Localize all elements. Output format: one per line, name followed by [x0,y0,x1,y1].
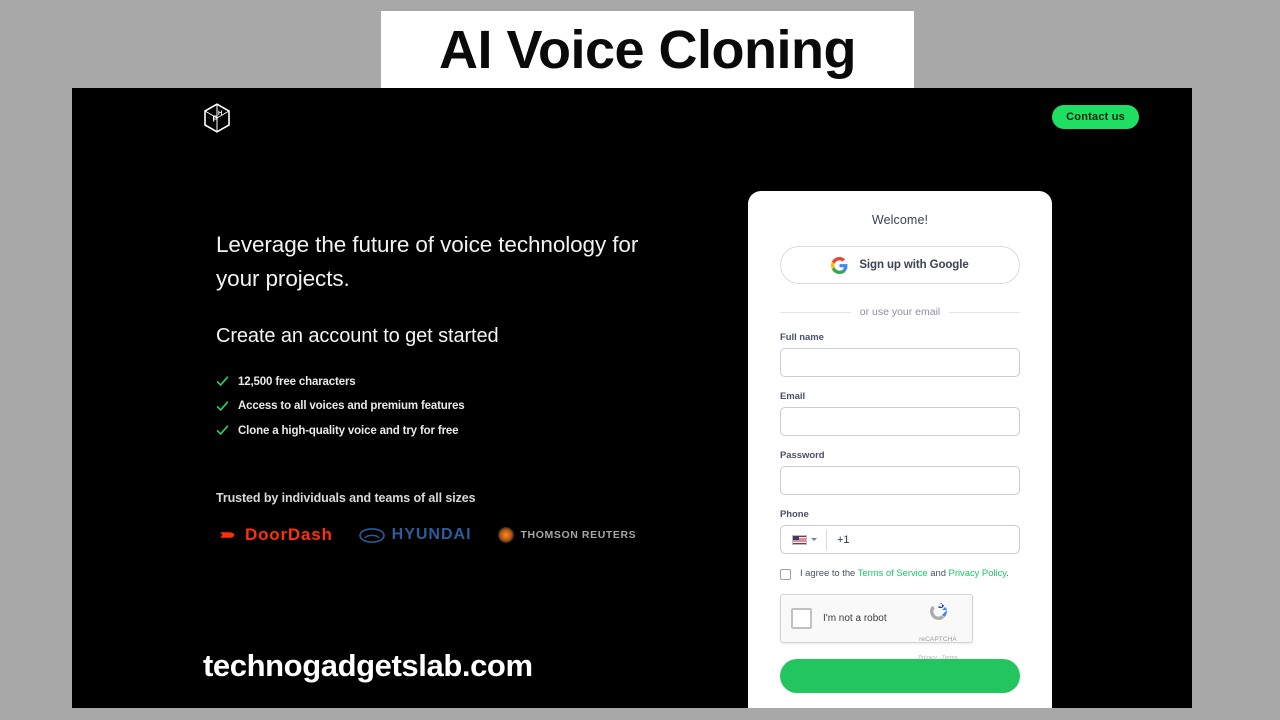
feature-label: Clone a high-quality voice and try for f… [238,424,459,437]
recaptcha-icon [927,602,950,627]
feature-item: Clone a high-quality voice and try for f… [216,424,686,437]
recaptcha-brand-name: reCAPTCHA [919,635,957,643]
feature-label: 12,500 free characters [238,375,356,388]
contact-us-button[interactable]: Contact us [1052,105,1139,129]
phone-label: Phone [780,509,809,520]
google-g-icon [831,256,848,274]
doordash-icon [216,528,238,542]
field-password: Password [780,450,1020,495]
hyundai-wordmark: HYUNDAI [391,526,472,544]
phone-dial-code: +1 [837,533,850,546]
email-input[interactable] [780,407,1020,436]
hero-headline: Leverage the future of voice technology … [216,232,639,291]
trusted-by-label: Trusted by individuals and teams of all … [216,491,476,506]
signup-card: Welcome! Sign up with Google or use your… [748,191,1052,708]
full-name-input[interactable] [780,348,1020,377]
feature-item: Access to all voices and premium feature… [216,400,686,413]
feature-item: 12,500 free characters [216,375,686,388]
divider-label: or use your email [859,306,941,318]
brand-thomson-reuters: THOMSON REUTERS [497,527,637,544]
brand-logo-row: DoorDash HYUNDAI THOMSON REUTERS [216,525,686,545]
hero-column: Leverage the future of voice technology … [216,228,686,545]
recaptcha-branding: reCAPTCHA Privacy - Terms [912,600,964,664]
app-panel: P H Contact us Leverage the future of vo… [72,88,1192,708]
email-label: Email [780,391,806,402]
recaptcha-widget[interactable]: I'm not a robot reCAPTCHA Privacy - Term… [780,593,973,661]
full-name-label: Full name [780,332,824,343]
privacy-policy-link[interactable]: Privacy Policy [949,568,1007,579]
terms-checkbox[interactable] [780,569,791,580]
signup-card-title: Welcome! [871,213,929,227]
field-phone: Phone +1 [780,509,1020,554]
thomson-reuters-wordmark: THOMSON REUTERS [520,529,637,542]
terms-suffix: . [1006,568,1009,579]
cube-logo-icon[interactable]: P H [201,102,233,134]
hero-subheadline: Create an account to get started [216,325,499,348]
site-watermark: technogadgetslab.com [203,648,533,683]
recaptcha-checkbox[interactable] [791,607,812,629]
field-email: Email [780,391,1020,436]
terms-middle: and [927,568,949,579]
field-full-name: Full name [780,332,1020,377]
brand-doordash: DoorDash [216,525,333,545]
check-icon [216,424,229,437]
google-button-label: Sign up with Google [859,259,969,271]
svg-text:H: H [218,111,222,117]
country-code-selector[interactable] [781,526,826,553]
email-divider: or use your email [780,306,1021,318]
brand-hyundai: HYUNDAI [358,526,472,544]
page-title: AI Voice Cloning [438,20,857,80]
us-flag-icon [792,534,807,545]
check-icon [216,400,229,413]
terms-text: I agree to the Terms of Service and Priv… [800,568,1009,581]
password-label: Password [780,450,825,461]
phone-input-group[interactable]: +1 [780,525,1020,554]
terms-prefix: I agree to the [800,568,858,579]
feature-label: Access to all voices and premium feature… [238,400,465,413]
screenshot-root: AI Voice Cloning P H Contact us Leverage… [0,0,1280,720]
terms-agreement-row: I agree to the Terms of Service and Priv… [780,568,1020,581]
hyundai-icon [358,527,385,543]
feature-list: 12,500 free characters Access to all voi… [216,375,686,437]
navbar: P H Contact us [72,88,1192,150]
chevron-down-icon [811,538,817,541]
create-account-button[interactable] [780,658,1020,693]
password-input[interactable] [780,466,1020,495]
divider-line-right [949,311,1021,313]
recaptcha-legal: Privacy - Terms [918,654,958,661]
terms-of-service-link[interactable]: Terms of Service [858,568,928,579]
recaptcha-label: I'm not a robot [823,612,887,624]
thomson-reuters-icon [497,527,514,544]
doordash-wordmark: DoorDash [245,525,333,545]
sign-up-with-google-button[interactable]: Sign up with Google [780,246,1020,284]
title-banner: AI Voice Cloning [381,11,914,89]
divider-line-left [780,311,851,313]
check-icon [216,375,229,388]
